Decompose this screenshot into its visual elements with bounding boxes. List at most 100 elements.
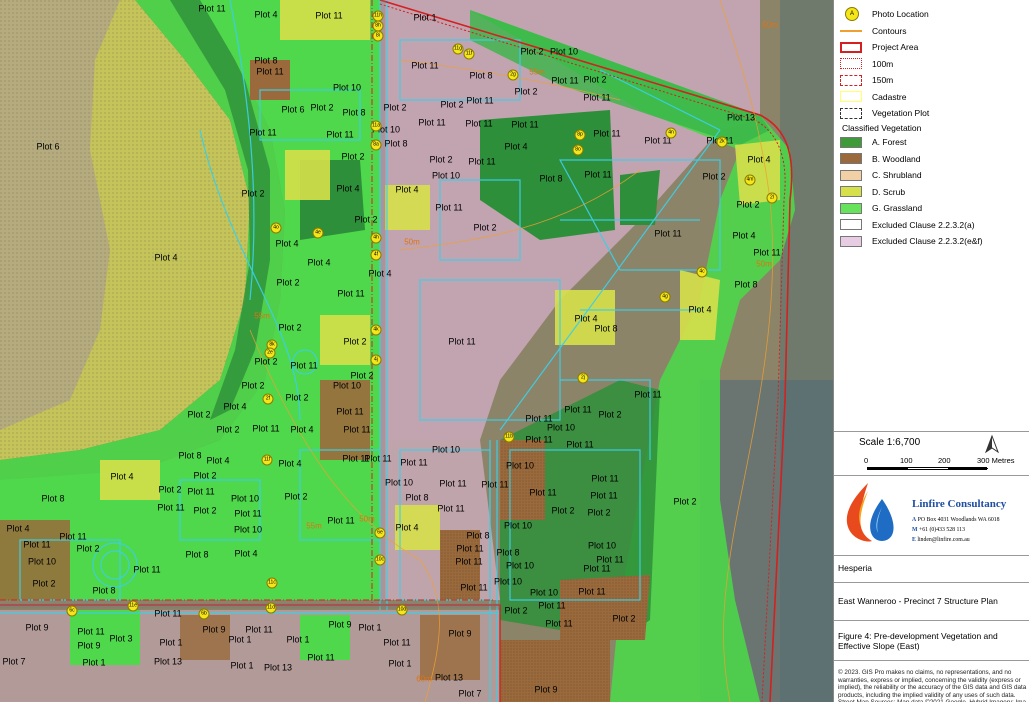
plot-label: Plot 11	[566, 439, 594, 450]
photo-location-marker[interactable]: 11f	[261, 454, 273, 466]
plot-label: Plot 11	[753, 247, 781, 258]
photo-location-marker[interactable]: 11e	[127, 600, 139, 612]
photo-location-marker[interactable]: 8a	[370, 139, 382, 151]
photo-location-marker[interactable]: 4o	[270, 222, 282, 234]
photo-location-marker[interactable]: 11a	[370, 120, 382, 132]
photo-location-marker[interactable]: 4h	[370, 232, 382, 244]
photo-location-marker[interactable]: 4g	[659, 291, 671, 303]
plot-label: Plot 2	[383, 102, 407, 113]
scale-ratio: Scale 1:6,700	[859, 437, 921, 448]
photo-location-marker[interactable]: 8p	[574, 129, 586, 141]
photo-location-marker[interactable]: 4j	[370, 354, 382, 366]
plot-label: Plot 10	[233, 524, 263, 535]
photo-location-marker[interactable]: 10d	[396, 604, 408, 616]
plot-label: Plot 9	[448, 628, 472, 639]
plot-label: Plot 2	[254, 356, 278, 367]
photo-location-marker[interactable]: 11d	[265, 602, 277, 614]
plot-label: Plot 2	[473, 222, 497, 233]
photo-location-marker[interactable]: 2e	[264, 347, 276, 359]
photo-location-marker[interactable]: 6b	[198, 608, 210, 620]
photo-location-marker[interactable]: 4c	[696, 266, 708, 278]
scale-tick-200: 200	[938, 456, 951, 465]
legend-label: Excluded Clause 2.2.3.2(e&f)	[872, 236, 983, 246]
plot-label: Plot 2	[583, 74, 607, 85]
plot-label: Plot 11	[634, 389, 662, 400]
legend-item: Project Area	[840, 40, 918, 54]
plot-label: Plot 11	[437, 503, 465, 514]
photo-location-marker[interactable]: 4m	[744, 174, 756, 186]
plot-label: Plot 11	[455, 556, 483, 567]
plot-label: Plot 11	[465, 118, 493, 129]
photo-location-marker[interactable]: 2k	[716, 136, 728, 148]
north-arrow-icon	[984, 435, 1000, 454]
plot-label: Plot 4	[504, 141, 528, 152]
plot-label: Plot 4	[223, 401, 247, 412]
vegetation-map[interactable]: Plot 6 Plot 4 Plot 11 Plot 4 Plot 11 Plot 8 Pl…	[0, 0, 833, 702]
photo-marker-sample: A	[845, 6, 859, 21]
photo-location-marker[interactable]: 8o	[572, 144, 584, 156]
plot-label: Plot 11	[435, 202, 463, 213]
photo-location-marker[interactable]: 4n	[665, 127, 677, 139]
photo-location-marker[interactable]: 10c	[374, 554, 386, 566]
scale-section: Scale 1:6,700 0 100 200 300 Metres	[834, 432, 1029, 474]
photo-location-marker[interactable]: 8i	[372, 30, 384, 42]
plot-label: Plot 11	[59, 531, 87, 542]
legend-label: Excluded Clause 2.2.3.2(a)	[872, 219, 975, 230]
boundary-box-icon	[840, 91, 862, 102]
plot-label: Plot 11	[466, 95, 494, 106]
company-contact: A PO Box 4031 Woodlands WA 6018 M +61 (0…	[912, 515, 1000, 545]
photo-location-marker[interactable]: 11c	[266, 577, 278, 589]
plot-label: Plot 11	[591, 473, 619, 484]
plot-label: Plot 11	[187, 486, 215, 497]
photo-location-marker[interactable]: 6e	[374, 527, 386, 539]
contour-label: 50m	[404, 237, 420, 247]
photo-location-marker[interactable]: 11f	[463, 48, 475, 60]
plot-label: Plot 2	[285, 392, 309, 403]
photo-location-marker[interactable]: 2j	[577, 372, 589, 384]
plot-label: Plot 1	[358, 622, 382, 633]
plot-label: Plot 11	[23, 539, 51, 550]
contour-label: 55m	[254, 311, 270, 321]
photo-location-marker[interactable]: 2f	[262, 393, 274, 405]
legend-label: B. Woodland	[872, 153, 921, 164]
plot-label: Plot 8	[254, 55, 278, 66]
legend-item: Contours	[840, 24, 907, 38]
plot-label: Plot 11	[133, 564, 161, 575]
plot-label: Plot 10	[332, 82, 362, 93]
plot-label: Plot 2	[278, 322, 302, 333]
plot-label: Plot 4	[747, 154, 771, 165]
photo-location-marker[interactable]: 11g	[452, 43, 464, 55]
plot-label: Plot 11	[525, 434, 553, 445]
company-name: Linfire Consultancy	[912, 498, 1007, 510]
plot-label: Plot 2	[276, 277, 300, 288]
photo-location-marker[interactable]: 2l	[766, 192, 778, 204]
map-canvas	[0, 0, 833, 702]
plot-label: Plot 8	[384, 138, 408, 149]
photo-location-marker[interactable]: 4f	[370, 249, 382, 261]
plot-label: Plot 8	[734, 279, 758, 290]
photo-location-marker[interactable]: 6c	[66, 605, 78, 617]
photo-location-marker[interactable]: 4k	[370, 324, 382, 336]
plot-label: Plot 2	[350, 370, 374, 381]
plot-label: Plot 11	[456, 543, 484, 554]
plot-label: Plot 4	[206, 455, 230, 466]
plot-label: Plot 4	[732, 230, 756, 241]
plot-label: Plot 10	[230, 493, 260, 504]
plot-label: Plot 11	[551, 75, 579, 86]
plot-label: Plot 11	[337, 288, 365, 299]
photo-location-marker[interactable]: 2g	[507, 69, 519, 81]
plot-label: Plot 11	[343, 424, 371, 435]
plot-label: Plot 10	[27, 556, 57, 567]
plot-label: Plot 1	[286, 634, 310, 645]
plot-label: Plot 10	[529, 587, 559, 598]
plot-label: Plot 4	[395, 522, 419, 533]
plot-label: Plot 2	[520, 46, 544, 57]
vegetation-class-item: D. Scrub	[840, 185, 905, 199]
plot-label: Plot 2	[598, 409, 622, 420]
plot-label: Plot 11	[290, 360, 318, 371]
photo-location-marker[interactable]: 11b	[503, 431, 515, 443]
plot-label: Plot 11	[198, 3, 226, 14]
plot-label: Plot 11	[564, 404, 592, 415]
photo-location-marker[interactable]: 4e	[312, 227, 324, 239]
plot-label: Plot 10	[431, 444, 461, 455]
